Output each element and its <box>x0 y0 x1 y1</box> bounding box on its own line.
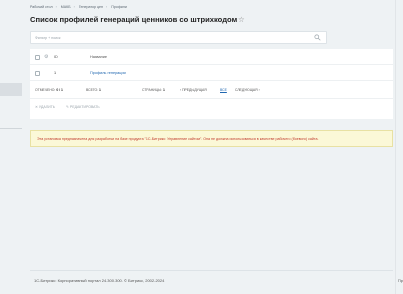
search-input[interactable]: Фильтр + поиск <box>30 31 327 44</box>
copyright: 1С-Битрикс: Корпоративный портал 24.300.… <box>34 278 165 283</box>
main-content: Рабочий стол › МАКБ › Генератор цен › Профи… <box>22 0 395 294</box>
delete-button[interactable]: ✕ УДАЛИТЬ <box>35 105 55 109</box>
next-page-label: СЛЕДУЮЩАЯ <box>235 88 258 92</box>
marked-label: ОТМЕЧЕНО: <box>35 88 56 92</box>
select-all-checkbox[interactable] <box>35 55 40 60</box>
all-pages-link[interactable]: ВСЕ <box>220 88 227 92</box>
total-label: ВСЕГО: <box>86 88 99 92</box>
star-icon[interactable]: ☆ <box>238 15 245 24</box>
close-icon: ✕ <box>35 105 38 109</box>
breadcrumb-item-desktop[interactable]: Рабочий стол <box>30 5 53 9</box>
pencil-icon: ✎ <box>66 105 69 109</box>
breadcrumb: Рабочий стол › МАКБ › Генератор цен › Профи… <box>30 5 130 9</box>
breadcrumb-separator: › <box>55 5 57 9</box>
row-id: 1 <box>54 71 57 75</box>
corner-text: Пр <box>397 278 403 283</box>
breadcrumb-separator: › <box>106 5 108 9</box>
grid-footer: ОТМЕЧЕНО: 0 / 1 ВСЕГО: 1 СТРАНИЦЫ: 1 ‹ П… <box>30 81 393 99</box>
left-menu-divider <box>0 128 22 129</box>
total-count: ВСЕГО: 1 <box>86 88 101 92</box>
next-page-link[interactable]: СЛЕДУЮЩАЯ › <box>235 88 260 92</box>
profiles-grid: ⚙ ID Название 1 Профиль генерации ОТМЕЧЕ… <box>30 49 393 119</box>
gear-icon[interactable]: ⚙ <box>44 54 48 60</box>
column-header-name[interactable]: Название <box>90 55 107 59</box>
right-panel-strip <box>395 0 403 294</box>
footer-divider <box>30 270 393 271</box>
total-value: 1 <box>99 88 101 92</box>
breadcrumb-item-profiles[interactable]: Профили <box>111 5 127 9</box>
delete-label: УДАЛИТЬ <box>38 105 56 109</box>
table-row[interactable]: 1 Профиль генерации <box>30 65 393 81</box>
row-checkbox[interactable] <box>35 71 40 76</box>
prev-page-label: ПРЕДЫДУЩАЯ <box>182 88 207 92</box>
edit-button[interactable]: ✎ РЕДАКТИРОВАТЬ <box>66 105 100 109</box>
left-menu-active-item[interactable] <box>0 83 22 96</box>
breadcrumb-separator: › <box>73 5 75 9</box>
breadcrumb-item-makb[interactable]: МАКБ <box>61 5 71 9</box>
pages-label: СТРАНИЦЫ: <box>142 88 163 92</box>
pages-value: 1 <box>163 88 165 92</box>
page-title: Список профилей генераций ценников со шт… <box>30 15 238 24</box>
grid-actions: ✕ УДАЛИТЬ ✎ РЕДАКТИРОВАТЬ <box>30 101 393 115</box>
edit-label: РЕДАКТИРОВАТЬ <box>69 105 100 109</box>
row-name-link[interactable]: Профиль генерации <box>90 71 126 75</box>
prev-page-link[interactable]: ‹ ПРЕДЫДУЩАЯ <box>180 88 207 92</box>
marked-value: 0 / 1 <box>56 88 63 92</box>
grid-header-row: ⚙ ID Название <box>30 49 393 65</box>
pages-count: СТРАНИЦЫ: 1 <box>142 88 165 92</box>
breadcrumb-item-generator[interactable]: Генератор цен <box>79 5 103 9</box>
search-icon[interactable] <box>314 34 321 41</box>
dev-install-notice: Эта установка предназначена для разработ… <box>30 130 393 147</box>
notice-text: Эта установка предназначена для разработ… <box>37 137 319 141</box>
marked-count: ОТМЕЧЕНО: 0 / 1 <box>35 88 63 92</box>
left-menu-strip <box>0 0 22 294</box>
search-placeholder: Фильтр + поиск <box>35 36 61 40</box>
column-header-id[interactable]: ID <box>54 55 58 59</box>
